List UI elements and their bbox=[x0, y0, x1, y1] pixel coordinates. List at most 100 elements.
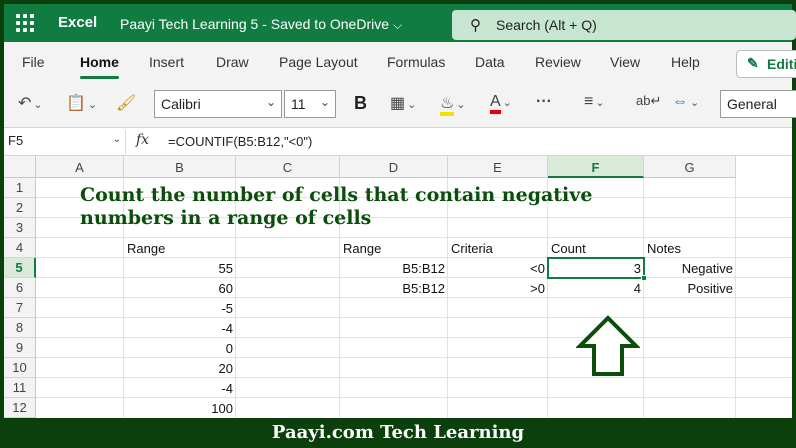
column-header-a[interactable]: A bbox=[36, 156, 124, 178]
chevron-down-icon: ⌄ bbox=[690, 97, 700, 109]
fill-color-button[interactable]: ♨ ⌄ bbox=[440, 93, 466, 116]
app-launcher-icon[interactable] bbox=[16, 14, 34, 32]
title-bar: Excel Paayi Tech Learning 5 - Saved to O… bbox=[4, 4, 796, 42]
tab-data[interactable]: Data bbox=[475, 54, 505, 70]
tab-page-layout[interactable]: Page Layout bbox=[279, 54, 358, 70]
cell-b11[interactable]: -4 bbox=[124, 378, 236, 398]
paste-button[interactable]: 📋 ⌄ bbox=[66, 93, 97, 113]
search-placeholder: Search (Alt + Q) bbox=[496, 17, 597, 33]
sheet-heading[interactable]: Count the number of cells that contain n… bbox=[80, 184, 592, 230]
more-options-button[interactable]: ··· bbox=[536, 93, 552, 111]
font-color-icon: A bbox=[490, 93, 501, 114]
bold-button[interactable]: B bbox=[354, 93, 367, 114]
sheet-heading-line1: Count the number of cells that contain n… bbox=[80, 184, 593, 206]
row-header-8[interactable]: 8 bbox=[4, 318, 36, 338]
cell-b8[interactable]: -4 bbox=[124, 318, 236, 338]
cell-e5[interactable]: <0 bbox=[448, 258, 548, 278]
cell-b10[interactable]: 20 bbox=[124, 358, 236, 378]
cell-f4[interactable]: Count bbox=[548, 238, 644, 258]
column-header-f[interactable]: F bbox=[548, 156, 644, 178]
row-header-3[interactable]: 3 bbox=[4, 218, 36, 238]
borders-button[interactable]: ▦ ⌄ bbox=[390, 93, 416, 113]
chevron-down-icon: ⌵ bbox=[393, 18, 403, 32]
row-header-7[interactable]: 7 bbox=[4, 298, 36, 318]
document-title[interactable]: Paayi Tech Learning 5 - Saved to OneDriv… bbox=[120, 16, 402, 33]
cell-g4[interactable]: Notes bbox=[644, 238, 736, 258]
cell-b6[interactable]: 60 bbox=[124, 278, 236, 298]
column-header-d[interactable]: D bbox=[340, 156, 448, 178]
format-painter-button[interactable]: 🖌 bbox=[116, 93, 136, 113]
undo-button[interactable]: ↶ ⌄ bbox=[18, 93, 43, 113]
row-header-6[interactable]: 6 bbox=[4, 278, 36, 298]
font-name-value: Calibri bbox=[161, 96, 201, 112]
column-header-g[interactable]: G bbox=[644, 156, 736, 178]
align-button[interactable]: ≡ ⌄ bbox=[584, 93, 605, 111]
tab-formulas[interactable]: Formulas bbox=[387, 54, 445, 70]
app-name[interactable]: Excel bbox=[58, 14, 97, 31]
row-header-4[interactable]: 4 bbox=[4, 238, 36, 258]
tab-home[interactable]: Home bbox=[80, 54, 119, 79]
tab-insert[interactable]: Insert bbox=[149, 54, 184, 70]
row-header-2[interactable]: 2 bbox=[4, 198, 36, 218]
cell-e6[interactable]: >0 bbox=[448, 278, 548, 298]
fill-handle[interactable] bbox=[641, 275, 647, 281]
formula-input[interactable]: =COUNTIF(B5:B12,"<0") bbox=[168, 134, 312, 149]
tab-draw[interactable]: Draw bbox=[216, 54, 249, 70]
chevron-down-icon: ⌄ bbox=[265, 95, 276, 109]
chevron-down-icon: ⌄ bbox=[502, 97, 512, 109]
merge-cells-icon: ⇔ bbox=[672, 93, 688, 110]
cell-b9[interactable]: 0 bbox=[124, 338, 236, 358]
merge-button[interactable]: ⇔ ⌄ bbox=[672, 93, 699, 111]
number-format-select[interactable]: General bbox=[720, 90, 796, 118]
column-header-e[interactable]: E bbox=[448, 156, 548, 178]
font-color-button[interactable]: A ⌄ bbox=[490, 93, 512, 114]
chevron-down-icon: ⌄ bbox=[456, 99, 466, 111]
wrap-text-icon: ab↵ bbox=[636, 93, 662, 108]
formula-bar: F5 ⌄ fx =COUNTIF(B5:B12,"<0") bbox=[4, 128, 792, 156]
row-header-11[interactable]: 11 bbox=[4, 378, 36, 398]
cell-b7[interactable]: -5 bbox=[124, 298, 236, 318]
row-header-10[interactable]: 10 bbox=[4, 358, 36, 378]
cell-b4[interactable]: Range bbox=[124, 238, 236, 258]
wrap-text-button[interactable]: ab↵ bbox=[636, 93, 661, 109]
row-header-5[interactable]: 5 bbox=[4, 258, 36, 278]
tab-review[interactable]: Review bbox=[535, 54, 581, 70]
gridline bbox=[735, 178, 736, 418]
editing-button[interactable]: ✎ Editi bbox=[736, 50, 796, 78]
cell-b5[interactable]: 55 bbox=[124, 258, 236, 278]
row-header-9[interactable]: 9 bbox=[4, 338, 36, 358]
row-header-12[interactable]: 12 bbox=[4, 398, 36, 418]
watermark-footer: Paayi.com Tech Learning bbox=[271, 422, 525, 443]
chevron-down-icon: ⌄ bbox=[595, 97, 605, 109]
column-header-b[interactable]: B bbox=[124, 156, 236, 178]
number-format-value: General bbox=[727, 96, 777, 112]
gridline bbox=[643, 178, 644, 418]
chevron-down-icon: ⌄ bbox=[112, 134, 121, 145]
document-title-text: Paayi Tech Learning 5 - Saved to OneDriv… bbox=[120, 16, 390, 32]
tab-file[interactable]: File bbox=[22, 54, 45, 70]
select-all-corner[interactable] bbox=[4, 156, 36, 178]
worksheet-grid[interactable]: A B C D E F G 1 2 3 4 5 6 7 8 9 10 11 12 bbox=[4, 156, 792, 418]
chevron-down-icon: ⌄ bbox=[319, 95, 330, 109]
tab-view[interactable]: View bbox=[610, 54, 640, 70]
cell-e4[interactable]: Criteria bbox=[448, 238, 548, 258]
cell-d4[interactable]: Range bbox=[340, 238, 448, 258]
search-icon: ⚲ bbox=[470, 17, 481, 34]
cell-d6[interactable]: B5:B12 bbox=[340, 278, 448, 298]
cell-d5[interactable]: B5:B12 bbox=[340, 258, 448, 278]
cell-b12[interactable]: 100 bbox=[124, 398, 236, 418]
cell-g5[interactable]: Negative bbox=[644, 258, 736, 278]
font-size-value: 11 bbox=[291, 96, 306, 112]
name-box[interactable]: F5 ⌄ bbox=[4, 130, 126, 154]
cell-f6[interactable]: 4 bbox=[548, 278, 644, 298]
tab-help[interactable]: Help bbox=[671, 54, 700, 70]
ribbon: File Home Insert Draw Page Layout Formul… bbox=[4, 42, 796, 128]
font-size-select[interactable]: 11 ⌄ bbox=[284, 90, 336, 118]
search-input[interactable]: ⚲ Search (Alt + Q) bbox=[452, 10, 796, 40]
column-header-c[interactable]: C bbox=[236, 156, 340, 178]
cell-g6[interactable]: Positive bbox=[644, 278, 736, 298]
active-cell-outline bbox=[547, 257, 647, 281]
font-name-select[interactable]: Calibri ⌄ bbox=[154, 90, 282, 118]
insert-function-icon[interactable]: fx bbox=[136, 132, 149, 148]
row-header-1[interactable]: 1 bbox=[4, 178, 36, 198]
